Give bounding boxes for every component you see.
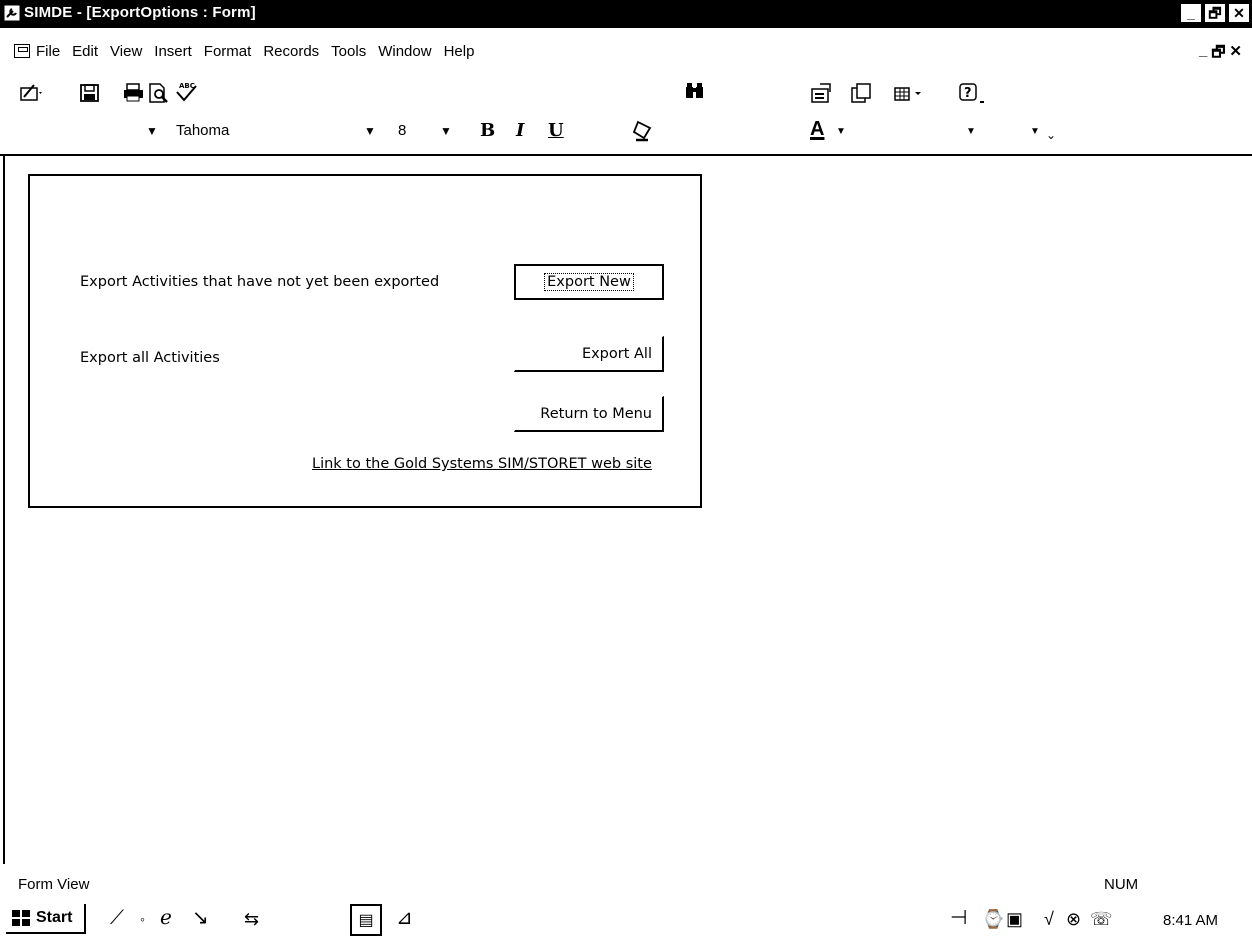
window-controls: _ 🗗 ✕ [1180, 3, 1250, 23]
mdi-minimize-button[interactable]: _ [1199, 42, 1207, 67]
taskbar: Start ⟋ ◦ ℯ ↘ ⇆ ▤ ⊿ ⊣ ⌚ ▣ √ ⊗ ☏ 8:41 AM [0, 902, 1252, 939]
menu-help[interactable]: Help [444, 43, 475, 60]
mdi-controls: _ 🗗 ✕ [1199, 42, 1242, 67]
font-color-button[interactable]: A [810, 118, 824, 141]
form-window-icon: ▤ [358, 912, 374, 929]
bold-button[interactable]: B [480, 120, 495, 141]
windows-logo-icon [12, 910, 30, 926]
network-icon[interactable]: ⊗ [1066, 910, 1081, 928]
menu-format[interactable]: Format [204, 43, 252, 60]
formatting-toolbar: ▼ Tahoma ▼ 8 ▼ B I U A ▼ ▼ ▼ ⌄ [0, 116, 1252, 150]
properties-icon[interactable] [810, 82, 832, 104]
export-new-button[interactable]: Export New [514, 264, 664, 300]
messenger-icon[interactable]: ☏ [1090, 910, 1113, 928]
font-size-dropdown-icon[interactable]: ▼ [440, 124, 452, 138]
export-new-button-label: Export New [544, 273, 634, 291]
menu-items: File Edit View Insert Format Records Too… [36, 43, 474, 60]
outlook-express-icon[interactable]: ↘ [192, 908, 209, 928]
view-design-icon[interactable] [20, 82, 44, 102]
underline-button[interactable]: U [548, 120, 564, 141]
show-desktop-icon[interactable]: ⟋ [110, 908, 124, 928]
form-view-toolbar: ABC ? [0, 76, 1252, 110]
save-icon[interactable] [80, 84, 100, 102]
status-bar: Form View NUM [0, 874, 1252, 896]
taskbar-design-icon[interactable]: ⊿ [396, 908, 413, 928]
mdi-close-button[interactable]: ✕ [1229, 42, 1242, 67]
menu-view[interactable]: View [110, 43, 142, 60]
export-options-form: Export Activities that have not yet been… [28, 174, 702, 508]
channels-icon[interactable]: ⇆ [244, 910, 259, 928]
export-new-label: Export Activities that have not yet been… [80, 274, 440, 290]
volume-control-icon[interactable]: ⊣ [950, 908, 967, 928]
menu-tools[interactable]: Tools [331, 43, 366, 60]
spelling-icon[interactable]: ABC [174, 80, 200, 104]
restore-button[interactable]: 🗗 [1204, 3, 1226, 23]
title-bar: SIMDE - [ExportOptions : Form] _ 🗗 ✕ [0, 0, 1252, 28]
scheduler-icon[interactable]: ⌚ [982, 910, 1004, 928]
gold-systems-link[interactable]: Link to the Gold Systems SIM/STORET web … [312, 456, 652, 472]
menu-bar: File Edit View Insert Format Records Too… [0, 38, 1252, 66]
form-document-icon[interactable] [14, 44, 30, 58]
svg-text:?: ? [964, 86, 972, 101]
status-view-mode: Form View [18, 876, 90, 893]
object-dropdown-arrow-icon[interactable]: ▼ [146, 124, 158, 138]
export-all-button[interactable]: Export All [514, 336, 664, 372]
more-buttons-icon[interactable]: ⌄ [1046, 128, 1056, 142]
fill-color-icon[interactable] [632, 120, 654, 144]
start-label: Start [36, 909, 73, 926]
quicklaunch-dot-icon[interactable]: ◦ [140, 912, 145, 926]
taskbar-clock: 8:41 AM [1163, 912, 1219, 929]
database-window-icon[interactable] [850, 82, 872, 104]
font-name-select[interactable]: Tahoma [176, 122, 229, 139]
taskbar-simde-button[interactable]: ▤ [350, 904, 382, 936]
find-binoculars-icon[interactable] [684, 82, 706, 100]
menu-file[interactable]: File [36, 43, 60, 60]
connection-icon[interactable]: √ [1044, 910, 1054, 928]
status-num-lock: NUM [1104, 876, 1139, 893]
line-color-dropdown-icon[interactable]: ▼ [966, 126, 976, 137]
toolbar-separator [0, 154, 1252, 156]
font-color-dropdown-icon[interactable]: ▼ [836, 126, 846, 137]
window-title: SIMDE - [ExportOptions : Form] [24, 4, 256, 21]
help-icon[interactable]: ? [958, 82, 986, 106]
mdi-restore-button[interactable]: 🗗 [1211, 42, 1225, 67]
menu-window[interactable]: Window [378, 43, 431, 60]
menu-records[interactable]: Records [263, 43, 319, 60]
display-settings-icon[interactable]: ▣ [1006, 910, 1023, 928]
mdi-left-border [3, 156, 5, 864]
minimize-button[interactable]: _ [1180, 3, 1202, 23]
italic-button[interactable]: I [516, 120, 524, 141]
menu-insert[interactable]: Insert [154, 43, 192, 60]
line-width-dropdown-icon[interactable]: ▼ [1030, 126, 1040, 137]
start-button[interactable]: Start [6, 904, 86, 934]
new-object-icon[interactable] [894, 86, 924, 102]
app-key-icon [3, 4, 21, 22]
font-size-select[interactable]: 8 [398, 122, 406, 139]
internet-explorer-icon[interactable]: ℯ [160, 908, 172, 928]
export-all-label: Export all Activities [80, 350, 220, 366]
print-preview-icon[interactable] [148, 82, 170, 104]
font-name-dropdown-icon[interactable]: ▼ [364, 124, 376, 138]
close-button[interactable]: ✕ [1228, 3, 1250, 23]
print-icon[interactable] [122, 82, 146, 102]
menu-edit[interactable]: Edit [72, 43, 98, 60]
return-to-menu-button[interactable]: Return to Menu [514, 396, 664, 432]
